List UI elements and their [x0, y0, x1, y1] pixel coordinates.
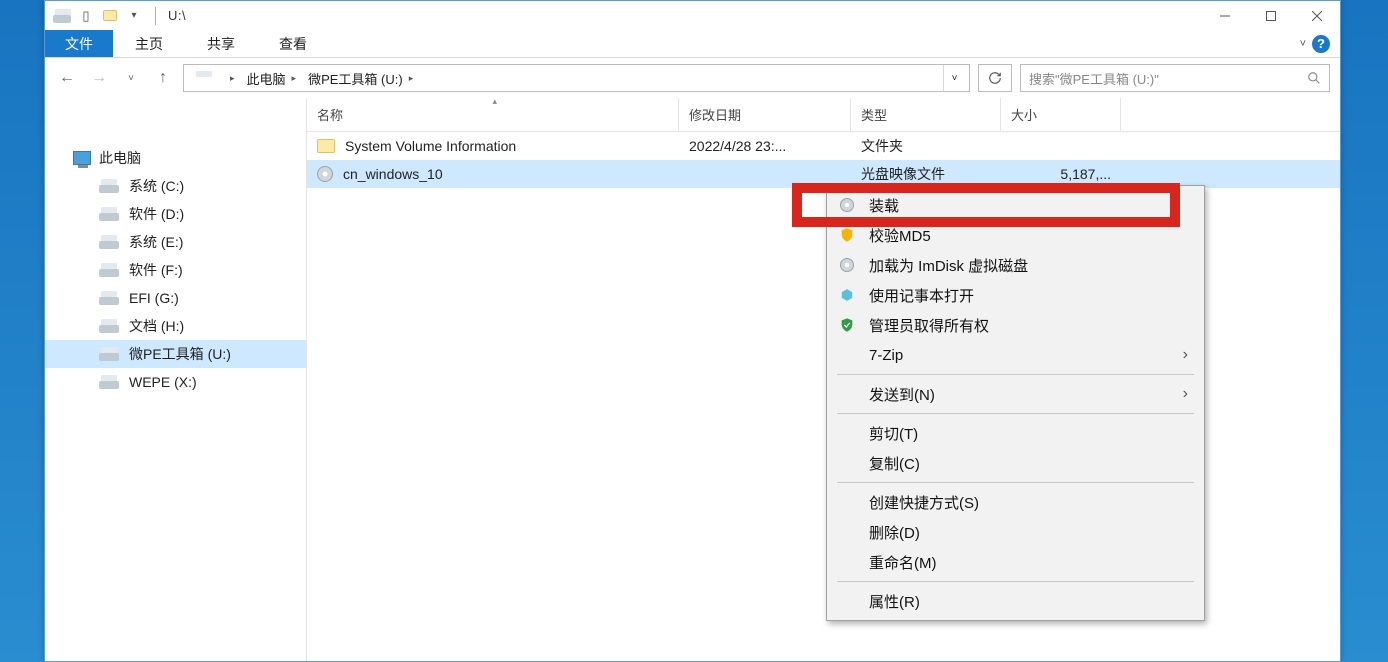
- pc-icon: [73, 151, 91, 165]
- tree-item-drive-u[interactable]: 微PE工具箱 (U:): [45, 340, 306, 368]
- drive-icon: [99, 347, 119, 361]
- ctx-delete[interactable]: 删除(D): [829, 517, 1202, 547]
- column-headers: 名称▴ 修改日期 类型 大小: [307, 98, 1340, 132]
- col-type[interactable]: 类型: [851, 98, 1001, 131]
- col-name[interactable]: 名称▴: [307, 98, 679, 131]
- ctx-rename[interactable]: 重命名(M): [829, 547, 1202, 577]
- tab-file[interactable]: 文件: [45, 30, 113, 57]
- title-bar: ▯ ▾ U:\: [45, 1, 1340, 30]
- up-button[interactable]: ↑: [151, 66, 175, 90]
- ctx-md5[interactable]: 校验MD5: [829, 220, 1202, 250]
- shield-icon: [837, 227, 857, 243]
- drive-icon: [99, 263, 119, 277]
- cube-icon: [837, 288, 857, 302]
- breadcrumb-root[interactable]: 此电脑▸: [241, 65, 303, 91]
- tab-share[interactable]: 共享: [185, 30, 257, 57]
- nav-bar: ← → ˅ ↑ ▸ 此电脑▸ 微PE工具箱 (U:)▸ ˅ 搜索"微PE工具箱 …: [45, 58, 1340, 98]
- tree-root-this-pc[interactable]: 此电脑: [45, 144, 306, 172]
- quick-access-toolbar: ▯ ▾: [45, 7, 151, 25]
- drive-icon: [99, 207, 119, 221]
- recent-dropdown[interactable]: ˅: [119, 66, 143, 90]
- tree-item-drive-c[interactable]: 系统 (C:): [45, 172, 306, 200]
- folder-icon[interactable]: [101, 7, 119, 25]
- explorer-window: ▯ ▾ U:\ 文件 主页 共享 查看 ˅ ? ← → ˅ ↑ ▸ 此电脑▸ 微…: [44, 0, 1341, 662]
- ctx-7zip[interactable]: 7-Zip ›: [829, 340, 1202, 370]
- folder-icon: [317, 139, 335, 153]
- minimize-button[interactable]: [1202, 1, 1248, 30]
- qat-dropdown-icon[interactable]: ▾: [125, 7, 143, 25]
- ctx-send-to[interactable]: 发送到(N) ›: [829, 379, 1202, 409]
- ribbon-tabs: 文件 主页 共享 查看 ˅ ?: [45, 30, 1340, 58]
- search-placeholder: 搜索"微PE工具箱 (U:)": [1029, 69, 1159, 88]
- ctx-properties[interactable]: 属性(R): [829, 586, 1202, 616]
- maximize-button[interactable]: [1248, 1, 1294, 30]
- submenu-arrow-icon: ›: [1183, 385, 1188, 403]
- tree-item-drive-h[interactable]: 文档 (H:): [45, 312, 306, 340]
- tree-root-label: 此电脑: [99, 148, 141, 168]
- drive-icon: [99, 375, 119, 389]
- window-title: U:\: [160, 8, 194, 23]
- breadcrumb-separator[interactable]: ▸: [218, 65, 241, 91]
- drive-icon: [194, 71, 212, 85]
- tree-item-drive-g[interactable]: EFI (G:): [45, 284, 306, 312]
- ctx-imdisk[interactable]: 加载为 ImDisk 虚拟磁盘: [829, 250, 1202, 280]
- search-input[interactable]: 搜索"微PE工具箱 (U:)": [1020, 64, 1330, 92]
- drive-icon: [99, 291, 119, 305]
- address-bar[interactable]: ▸ 此电脑▸ 微PE工具箱 (U:)▸ ˅: [183, 64, 970, 92]
- disc-icon: [837, 258, 857, 272]
- tree-item-drive-e[interactable]: 系统 (E:): [45, 228, 306, 256]
- disc-icon: [837, 198, 857, 212]
- drive-icon: [99, 179, 119, 193]
- file-icon[interactable]: ▯: [77, 7, 95, 25]
- shield-check-icon: [837, 317, 857, 333]
- ctx-mount[interactable]: 装载: [829, 190, 1202, 220]
- drive-icon: [99, 235, 119, 249]
- tree-item-drive-x[interactable]: WEPE (X:): [45, 368, 306, 396]
- drive-icon: [53, 7, 71, 25]
- ctx-cut[interactable]: 剪切(T): [829, 418, 1202, 448]
- nav-tree: 此电脑 系统 (C:) 软件 (D:) 系统 (E:) 软件 (F:) EFI …: [45, 98, 307, 661]
- file-row-folder[interactable]: System Volume Information 2022/4/28 23:.…: [307, 132, 1340, 160]
- ctx-notepad[interactable]: 使用记事本打开: [829, 280, 1202, 310]
- col-size[interactable]: 大小: [1001, 98, 1121, 131]
- file-list-pane: 名称▴ 修改日期 类型 大小 System Volume Information…: [307, 98, 1340, 661]
- tree-item-drive-d[interactable]: 软件 (D:): [45, 200, 306, 228]
- tree-item-drive-f[interactable]: 软件 (F:): [45, 256, 306, 284]
- ctx-copy[interactable]: 复制(C): [829, 448, 1202, 478]
- submenu-arrow-icon: ›: [1183, 346, 1188, 364]
- disc-icon: [317, 166, 333, 182]
- divider: [155, 7, 156, 25]
- search-icon: [1307, 71, 1321, 85]
- ribbon-collapse-icon[interactable]: ˅: [1300, 38, 1306, 50]
- help-icon[interactable]: ?: [1312, 35, 1330, 53]
- ctx-create-shortcut[interactable]: 创建快捷方式(S): [829, 487, 1202, 517]
- drive-icon: [99, 319, 119, 333]
- file-row-iso[interactable]: cn_windows_10 光盘映像文件 5,187,...: [307, 160, 1340, 188]
- context-menu: 装载 校验MD5 加载为 ImDisk 虚拟磁盘 使用记事本打开 管理员取得所有…: [826, 185, 1205, 621]
- address-dropdown-icon[interactable]: ˅: [943, 65, 965, 91]
- ctx-take-ownership[interactable]: 管理员取得所有权: [829, 310, 1202, 340]
- sort-indicator-icon: ▴: [493, 96, 498, 107]
- col-date[interactable]: 修改日期: [679, 98, 851, 131]
- refresh-button[interactable]: [978, 64, 1012, 92]
- back-button[interactable]: ←: [55, 66, 79, 90]
- forward-button[interactable]: →: [87, 66, 111, 90]
- tab-view[interactable]: 查看: [257, 30, 329, 57]
- tab-home[interactable]: 主页: [113, 30, 185, 57]
- close-button[interactable]: [1294, 1, 1340, 30]
- breadcrumb-drive[interactable]: 微PE工具箱 (U:)▸: [302, 65, 419, 91]
